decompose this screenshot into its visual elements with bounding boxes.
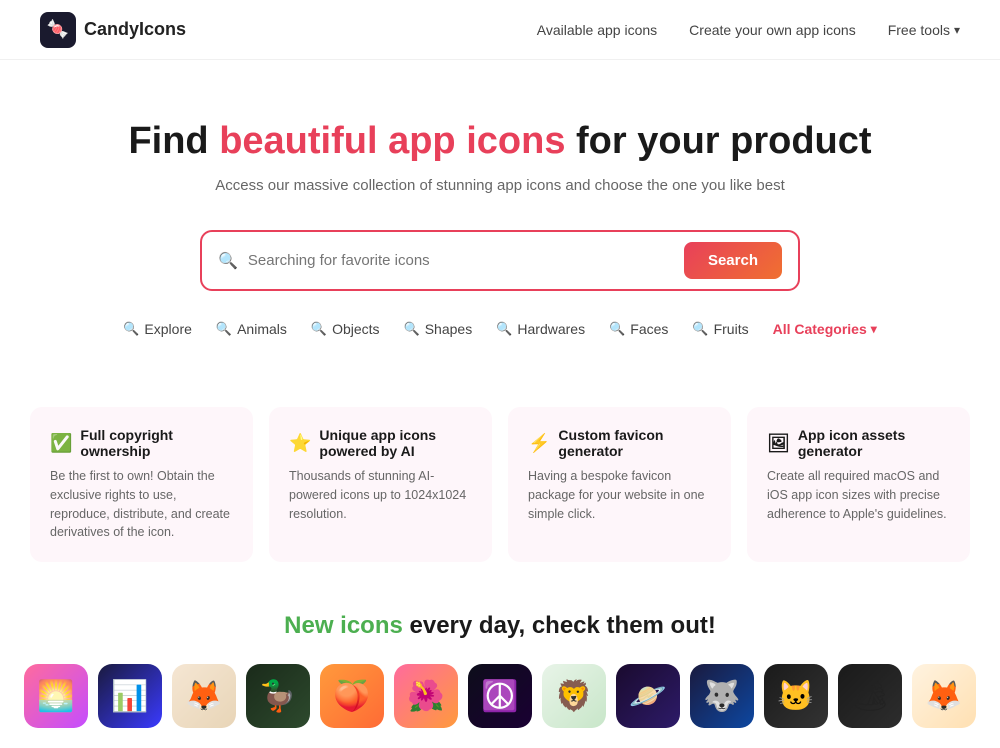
app-icon-7[interactable]: ☮️ bbox=[468, 664, 532, 728]
category-shapes-label: Shapes bbox=[425, 321, 472, 337]
headline-end: for your product bbox=[565, 120, 871, 162]
feature-ai: ⭐ Unique app icons powered by AI Thousan… bbox=[269, 407, 492, 562]
navigation: 🍬 CandyIcons Available app icons Create … bbox=[0, 0, 1000, 60]
headline-start: Find bbox=[128, 120, 219, 162]
search-icon: 🔍 bbox=[404, 321, 420, 337]
star-icon: ⭐ bbox=[289, 433, 311, 454]
search-icon: 🔍 bbox=[216, 321, 232, 337]
category-animals[interactable]: 🔍 Animals bbox=[216, 321, 287, 337]
icon-row: 🔺🌅📊🦊🦆🍑🌺☮️🦁🪐🐺🐱🏕🦊🦝 bbox=[20, 664, 980, 728]
feature-assets-desc: Create all required macOS and iOS app ic… bbox=[767, 467, 950, 523]
search-icon: 🔍 bbox=[692, 321, 708, 337]
app-icon-10[interactable]: 🐺 bbox=[690, 664, 754, 728]
hero-headline: Find beautiful app icons for your produc… bbox=[20, 120, 980, 163]
feature-ai-title: ⭐ Unique app icons powered by AI bbox=[289, 427, 472, 459]
search-icon: 🔍 bbox=[123, 321, 139, 337]
app-icon-8[interactable]: 🦁 bbox=[542, 664, 606, 728]
categories-bar: 🔍 Explore 🔍 Animals 🔍 Objects 🔍 Shapes 🔍… bbox=[20, 321, 980, 337]
logo-text: CandyIcons bbox=[84, 19, 186, 40]
new-icons-headline: New icons every day, check them out! bbox=[20, 612, 980, 640]
category-faces[interactable]: 🔍 Faces bbox=[609, 321, 668, 337]
category-all[interactable]: All Categories ▾ bbox=[773, 321, 877, 337]
category-shapes[interactable]: 🔍 Shapes bbox=[404, 321, 473, 337]
app-icon-2[interactable]: 📊 bbox=[98, 664, 162, 728]
search-input[interactable] bbox=[248, 252, 674, 269]
app-icon-1[interactable]: 🌅 bbox=[24, 664, 88, 728]
feature-ai-desc: Thousands of stunning AI-powered icons u… bbox=[289, 467, 472, 523]
category-fruits-label: Fruits bbox=[714, 321, 749, 337]
headline-highlight: beautiful app icons bbox=[219, 120, 565, 162]
image-icon: 🖼 bbox=[767, 433, 790, 454]
category-fruits[interactable]: 🔍 Fruits bbox=[692, 321, 748, 337]
chevron-down-icon: ▾ bbox=[954, 23, 960, 37]
search-icon: 🔍 bbox=[496, 321, 512, 337]
feature-copyright-title: ✅ Full copyright ownership bbox=[50, 427, 233, 459]
chevron-down-icon: ▾ bbox=[871, 322, 877, 336]
app-icon-9[interactable]: 🪐 bbox=[616, 664, 680, 728]
app-icon-5[interactable]: 🍑 bbox=[320, 664, 384, 728]
hero-section: Find beautiful app icons for your produc… bbox=[0, 60, 1000, 407]
nav-links: Available app icons Create your own app … bbox=[537, 22, 960, 38]
nav-available-icons[interactable]: Available app icons bbox=[537, 22, 657, 38]
category-explore[interactable]: 🔍 Explore bbox=[123, 321, 192, 337]
search-icon: 🔍 bbox=[609, 321, 625, 337]
nav-create-icons[interactable]: Create your own app icons bbox=[689, 22, 856, 38]
category-explore-label: Explore bbox=[144, 321, 191, 337]
category-hardwares[interactable]: 🔍 Hardwares bbox=[496, 321, 585, 337]
feature-assets: 🖼 App icon assets generator Create all r… bbox=[747, 407, 970, 562]
category-all-label: All Categories bbox=[773, 321, 867, 337]
app-icon-13[interactable]: 🦊 bbox=[912, 664, 976, 728]
app-icon-11[interactable]: 🐱 bbox=[764, 664, 828, 728]
category-objects-label: Objects bbox=[332, 321, 379, 337]
hero-subtitle: Access our massive collection of stunnin… bbox=[20, 177, 980, 194]
logo-icon: 🍬 bbox=[40, 12, 76, 48]
feature-copyright-desc: Be the first to own! Obtain the exclusiv… bbox=[50, 467, 233, 542]
new-icons-highlight: New icons bbox=[284, 612, 403, 639]
feature-assets-title: 🖼 App icon assets generator bbox=[767, 427, 950, 459]
features-section: ✅ Full copyright ownership Be the first … bbox=[0, 407, 1000, 562]
category-hardwares-label: Hardwares bbox=[517, 321, 585, 337]
category-objects[interactable]: 🔍 Objects bbox=[311, 321, 380, 337]
search-button[interactable]: Search bbox=[684, 242, 782, 279]
search-container: 🔍 Search bbox=[20, 230, 980, 291]
new-icons-rest: every day, check them out! bbox=[403, 612, 716, 639]
lightning-icon: ⚡ bbox=[528, 433, 550, 454]
app-icon-6[interactable]: 🌺 bbox=[394, 664, 458, 728]
new-icons-section: New icons every day, check them out! 🔺🌅📊… bbox=[0, 612, 1000, 748]
search-icon: 🔍 bbox=[218, 251, 238, 271]
app-icon-12[interactable]: 🏕 bbox=[838, 664, 902, 728]
feature-favicon: ⚡ Custom favicon generator Having a besp… bbox=[508, 407, 731, 562]
checkmark-icon: ✅ bbox=[50, 433, 72, 454]
search-box: 🔍 Search bbox=[200, 230, 800, 291]
feature-favicon-title: ⚡ Custom favicon generator bbox=[528, 427, 711, 459]
feature-copyright: ✅ Full copyright ownership Be the first … bbox=[30, 407, 253, 562]
app-icon-4[interactable]: 🦆 bbox=[246, 664, 310, 728]
logo[interactable]: 🍬 CandyIcons bbox=[40, 12, 186, 48]
app-icon-3[interactable]: 🦊 bbox=[172, 664, 236, 728]
search-icon: 🔍 bbox=[311, 321, 327, 337]
category-animals-label: Animals bbox=[237, 321, 287, 337]
nav-free-tools[interactable]: Free tools ▾ bbox=[888, 22, 960, 38]
category-faces-label: Faces bbox=[630, 321, 668, 337]
feature-favicon-desc: Having a bespoke favicon package for you… bbox=[528, 467, 711, 523]
